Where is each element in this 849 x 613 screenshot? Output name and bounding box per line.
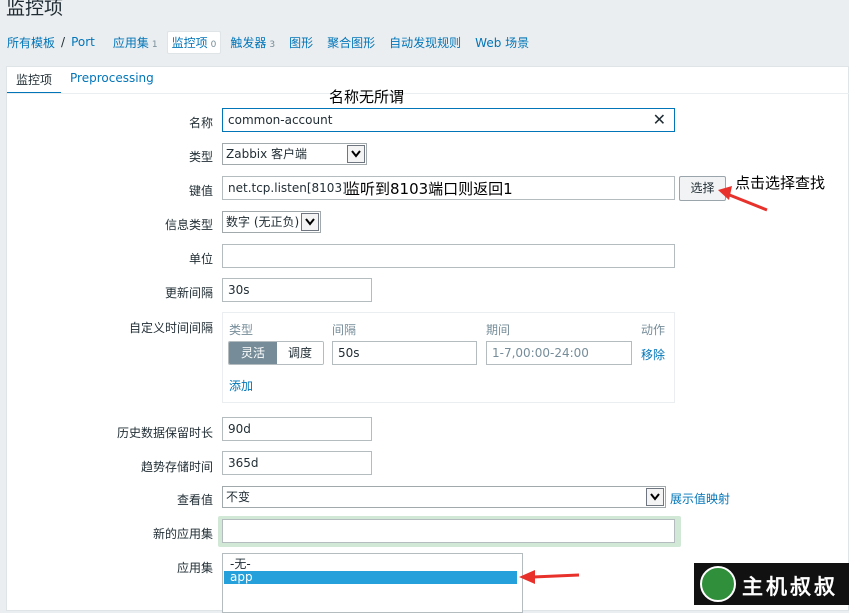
- item-form-panel: 监控项 Preprocessing 名称 common-account ✕ 类型…: [6, 66, 849, 613]
- nav-tab-label: 自动发现规则: [389, 35, 462, 50]
- units-label: 单位: [188, 252, 213, 266]
- show-value-value: 不变: [226, 490, 251, 504]
- value-mapping-link[interactable]: 展示值映射: [670, 490, 730, 507]
- col-period-header: 期间: [486, 323, 511, 337]
- col-interval-header: 间隔: [332, 323, 357, 337]
- annotation-arrow-app: [519, 570, 580, 584]
- nav-tab-count: 1: [151, 39, 158, 50]
- annotation-key-note: 监听到8103端口则返回1: [345, 180, 513, 198]
- flex-period-input[interactable]: 1-7,00:00-24:00: [486, 341, 632, 365]
- custom-intervals-table: 类型 间隔 期间 动作 灵活 调度 50s 1-7,00:00-24:00 移除…: [222, 312, 675, 403]
- name-label: 名称: [188, 116, 213, 130]
- new-application-input[interactable]: [222, 519, 675, 543]
- flex-interval-input[interactable]: 50s: [332, 341, 477, 365]
- nav-tab-label: 聚合图形: [327, 35, 376, 50]
- update-interval-input[interactable]: 30s: [222, 278, 372, 302]
- nav-tab-label: 应用集: [112, 35, 149, 50]
- type-select[interactable]: Zabbix 客户端: [222, 143, 367, 165]
- history-label: 历史数据保留时长: [116, 426, 213, 440]
- chevron-down-icon: [347, 145, 365, 163]
- nav-tab-items[interactable]: 监控项 0: [166, 30, 222, 54]
- breadcrumb-all-templates[interactable]: 所有模板: [7, 34, 55, 51]
- info-type-value: 数字 (无正负): [226, 215, 300, 229]
- interval-mode-toggle: 灵活 调度: [228, 341, 324, 365]
- nav-tab-label: 图形: [289, 35, 314, 50]
- page-title: 监控项: [6, 0, 64, 19]
- col-action-header: 动作: [641, 323, 666, 337]
- show-value-label: 查看值: [176, 493, 213, 507]
- nav-tab-web-scenarios[interactable]: Web 场景: [475, 34, 529, 51]
- nav-tab-graphs[interactable]: 图形: [289, 34, 313, 51]
- add-interval-link[interactable]: 添加: [229, 377, 253, 394]
- key-label: 键值: [188, 184, 213, 198]
- mode-scheduling-button[interactable]: 调度: [277, 342, 323, 364]
- nav-tab-screens[interactable]: 聚合图形: [327, 34, 375, 51]
- nav-tab-triggers[interactable]: 触发器 3: [230, 34, 275, 51]
- info-type-select[interactable]: 数字 (无正负): [222, 211, 321, 233]
- history-input[interactable]: 90d: [222, 417, 372, 441]
- units-input[interactable]: [222, 244, 675, 268]
- close-icon[interactable]: ✕: [653, 111, 666, 129]
- applications-label: 应用集: [176, 561, 213, 575]
- annotation-name-note: 名称无所谓: [329, 88, 405, 106]
- custom-intervals-label: 自定义时间间隔: [128, 321, 213, 335]
- trends-input[interactable]: 365d: [222, 451, 372, 475]
- nav-tab-applications[interactable]: 应用集 1: [113, 34, 158, 51]
- show-value-select[interactable]: 不变: [222, 486, 666, 508]
- top-navigation: 所有模板 / Port 应用集 1 监控项 0 触发器 3 图形 聚合图形 自动发现规…: [0, 28, 849, 56]
- breadcrumb-port[interactable]: Port: [71, 35, 95, 49]
- type-label: 类型: [188, 150, 213, 164]
- form-tabs: 监控项 Preprocessing: [7, 67, 163, 94]
- site-logo: 主机叔叔: [694, 563, 849, 605]
- nav-tab-count: 3: [269, 39, 276, 50]
- update-interval-label: 更新间隔: [164, 286, 213, 300]
- type-value: Zabbix 客户端: [226, 147, 308, 161]
- name-input[interactable]: common-account ✕: [222, 108, 675, 132]
- chevron-down-icon: [301, 213, 319, 231]
- tab-item[interactable]: 监控项: [7, 67, 62, 94]
- annotation-arrow-select: [718, 186, 768, 212]
- nav-tab-label: 触发器: [230, 35, 267, 50]
- col-type-header: 类型: [229, 323, 254, 337]
- mascot-icon: [700, 566, 736, 602]
- tab-preprocessing[interactable]: Preprocessing: [61, 67, 163, 94]
- new-application-label: 新的应用集: [152, 527, 213, 541]
- nav-tab-label: 监控项: [171, 35, 208, 50]
- application-option-none[interactable]: -无-: [224, 558, 517, 571]
- trends-label: 趋势存储时间: [140, 460, 213, 474]
- name-value: common-account: [228, 113, 333, 127]
- remove-interval-link[interactable]: 移除: [641, 346, 665, 363]
- tab-divider: [7, 93, 849, 94]
- application-option-app[interactable]: app: [224, 571, 517, 584]
- logo-text: 主机叔叔: [742, 574, 838, 599]
- nav-tab-label: Web 场景: [475, 35, 530, 50]
- mode-flexible-button[interactable]: 灵活: [229, 342, 277, 364]
- chevron-down-icon: [646, 488, 664, 506]
- info-type-label: 信息类型: [164, 218, 213, 232]
- applications-listbox[interactable]: -无- app: [222, 553, 523, 613]
- breadcrumb-separator: /: [61, 35, 66, 49]
- nav-tab-discovery-rules[interactable]: 自动发现规则: [389, 34, 461, 51]
- nav-tab-count: 0: [210, 39, 217, 50]
